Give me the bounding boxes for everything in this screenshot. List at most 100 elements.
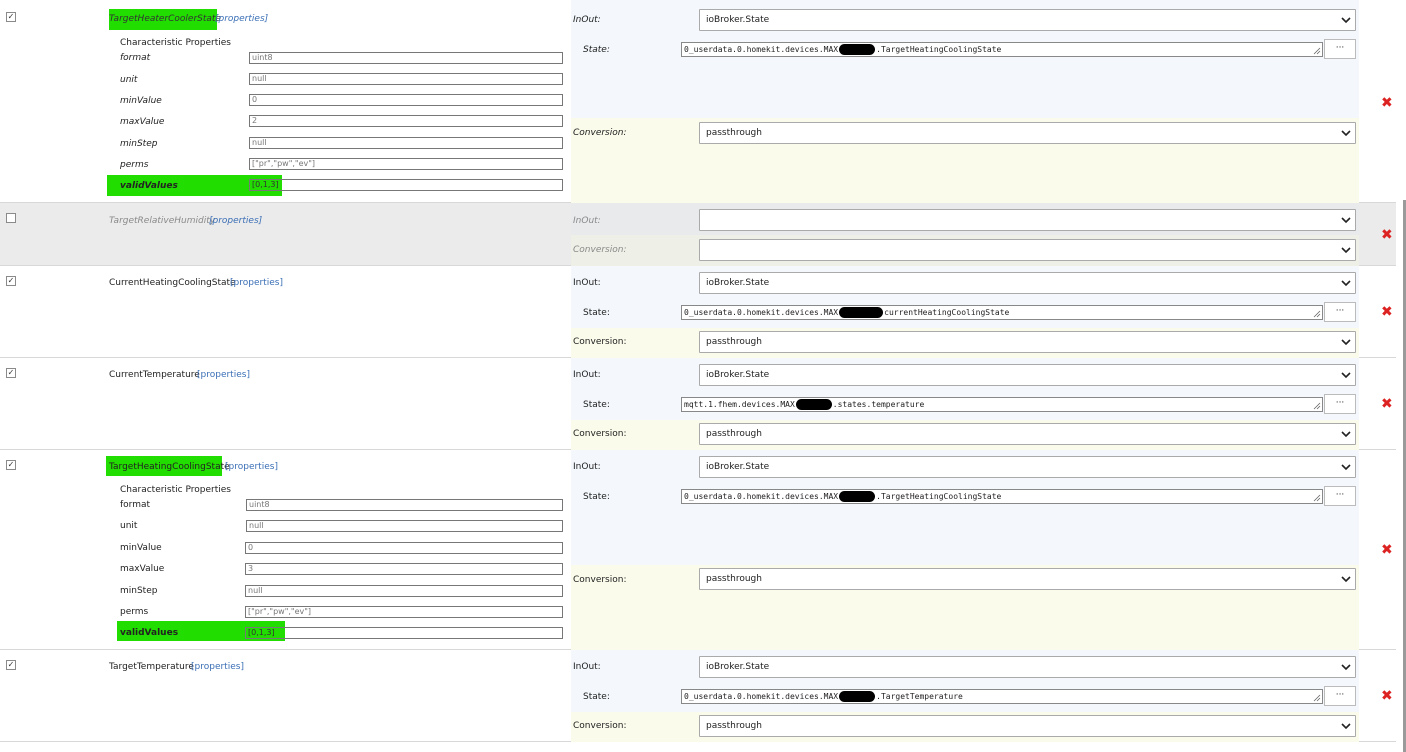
properties-link[interactable]: [properties] (191, 662, 244, 672)
inout-select[interactable]: ioBroker.State (699, 272, 1356, 294)
enable-checkbox[interactable]: ✓ (6, 660, 16, 670)
conversion-select[interactable]: passthrough (699, 331, 1356, 353)
check-icon: ✓ (7, 460, 15, 469)
conversion-select[interactable]: passthrough (699, 568, 1356, 590)
chevron-down-icon (1341, 664, 1351, 671)
resize-grip-icon[interactable] (1313, 494, 1321, 502)
select-value: passthrough (706, 128, 762, 138)
redacted-mark (839, 307, 884, 318)
chevron-down-icon (1341, 372, 1351, 379)
prop-input[interactable]: uint8 (249, 52, 563, 64)
select-value: ioBroker.State (706, 278, 770, 288)
prop-input[interactable]: 0 (249, 94, 563, 106)
inout-select[interactable] (699, 209, 1356, 231)
conversion-select[interactable]: passthrough (699, 715, 1356, 737)
browse-button[interactable]: ··· (1324, 686, 1356, 706)
properties-link[interactable]: [properties] (209, 216, 262, 226)
characteristic-name: TargetRelativeHumidity (109, 216, 216, 226)
delete-icon[interactable]: ✖ (1381, 397, 1393, 411)
state-value-suffix: .TargetTemperature (876, 692, 963, 701)
characteristic-row: ✓ TargetHeaterCoolerState [properties] C… (0, 0, 1396, 203)
state-input[interactable]: 0_userdata.0.homekit.devices.MAX .TargetT… (681, 689, 1323, 704)
characteristic-properties-title: Characteristic Properties (120, 38, 231, 48)
characteristic-row: ✓ CurrentHeatingCoolingState [properties… (0, 266, 1396, 358)
enable-checkbox[interactable]: ✓ (6, 460, 16, 470)
resize-grip-icon[interactable] (1313, 310, 1321, 318)
enable-checkbox[interactable] (6, 213, 16, 223)
prop-input[interactable]: null (249, 137, 563, 149)
state-value-suffix: currentHeatingCoolingState (884, 308, 1010, 317)
browse-button[interactable]: ··· (1324, 394, 1356, 414)
delete-icon[interactable]: ✖ (1381, 96, 1393, 110)
inout-select[interactable]: ioBroker.State (699, 656, 1356, 678)
prop-input[interactable]: ["pr","pw","ev"] (245, 606, 563, 618)
conversion-select[interactable]: passthrough (699, 423, 1356, 445)
inout-select[interactable]: ioBroker.State (699, 456, 1356, 478)
select-value: ioBroker.State (706, 15, 770, 25)
inout-select[interactable]: ioBroker.State (699, 364, 1356, 386)
prop-label: format (120, 53, 151, 63)
chevron-down-icon (1341, 17, 1351, 24)
characteristic-name: CurrentHeatingCoolingState (109, 278, 236, 288)
properties-link[interactable]: [properties] (230, 278, 283, 288)
conversion-label: Conversion: (573, 128, 627, 138)
prop-input[interactable]: 2 (249, 115, 563, 127)
state-input[interactable]: 0_userdata.0.homekit.devices.MAX .TargetH… (681, 489, 1323, 504)
state-input[interactable]: mqtt.1.fhem.devices.MAX .states.temperatu… (681, 397, 1323, 412)
prop-input[interactable]: [0,1,3] (245, 627, 563, 639)
prop-label: perms (120, 160, 149, 170)
chevron-down-icon (1341, 280, 1351, 287)
redacted-mark (795, 399, 832, 410)
properties-link[interactable]: [properties] (197, 370, 250, 380)
state-input[interactable]: 0_userdata.0.homekit.devices.MAX currentH… (681, 305, 1323, 320)
prop-label: maxValue (120, 117, 165, 127)
properties-link[interactable]: [properties] (225, 462, 278, 472)
delete-icon[interactable]: ✖ (1381, 543, 1393, 557)
prop-label: minStep (120, 586, 158, 596)
resize-grip-icon[interactable] (1313, 402, 1321, 410)
conversion-select[interactable] (699, 239, 1356, 261)
check-icon: ✓ (7, 12, 15, 21)
browse-button[interactable]: ··· (1324, 486, 1356, 506)
delete-icon[interactable]: ✖ (1381, 689, 1393, 703)
enable-checkbox[interactable]: ✓ (6, 12, 16, 22)
delete-icon[interactable]: ✖ (1381, 228, 1393, 242)
prop-label: maxValue (120, 564, 165, 574)
prop-input[interactable]: ["pr","pw","ev"] (249, 158, 563, 170)
select-value: passthrough (706, 721, 762, 731)
characteristic-name: TargetHeaterCoolerState (109, 14, 221, 24)
inout-select[interactable]: ioBroker.State (699, 9, 1356, 31)
state-label: State: (583, 45, 610, 55)
conversion-select[interactable]: passthrough (699, 122, 1356, 144)
delete-icon[interactable]: ✖ (1381, 305, 1393, 319)
enable-checkbox[interactable]: ✓ (6, 276, 16, 286)
browse-button[interactable]: ··· (1324, 302, 1356, 322)
prop-input[interactable]: 3 (245, 563, 563, 575)
resize-grip-icon[interactable] (1313, 47, 1321, 55)
check-icon: ✓ (7, 660, 15, 669)
chevron-down-icon (1341, 339, 1351, 346)
select-value: ioBroker.State (706, 370, 770, 380)
prop-label: validValues (120, 628, 179, 638)
prop-input[interactable]: null (245, 585, 563, 597)
state-value-suffix: .states.temperature (832, 400, 925, 409)
prop-input[interactable]: uint8 (246, 499, 563, 511)
chevron-down-icon (1341, 576, 1351, 583)
chevron-down-icon (1341, 217, 1351, 224)
prop-input[interactable]: 0 (245, 542, 563, 554)
prop-input[interactable]: null (246, 520, 563, 532)
properties-link[interactable]: [properties] (215, 14, 268, 24)
characteristic-name: TargetHeatingCoolingState (109, 462, 230, 472)
state-input[interactable]: 0_userdata.0.homekit.devices.MAX .TargetH… (681, 42, 1323, 57)
select-value: ioBroker.State (706, 662, 770, 672)
prop-input[interactable]: null (249, 73, 563, 85)
browse-button[interactable]: ··· (1324, 39, 1356, 59)
characteristic-properties-title: Characteristic Properties (120, 485, 231, 495)
prop-input[interactable]: [0,1,3] (249, 179, 563, 191)
redacted-mark (839, 491, 876, 502)
resize-grip-icon[interactable] (1313, 694, 1321, 702)
chevron-down-icon (1341, 247, 1351, 254)
enable-checkbox[interactable]: ✓ (6, 368, 16, 378)
select-value: ioBroker.State (706, 462, 770, 472)
state-value-prefix: 0_userdata.0.homekit.devices.MAX (684, 492, 839, 501)
